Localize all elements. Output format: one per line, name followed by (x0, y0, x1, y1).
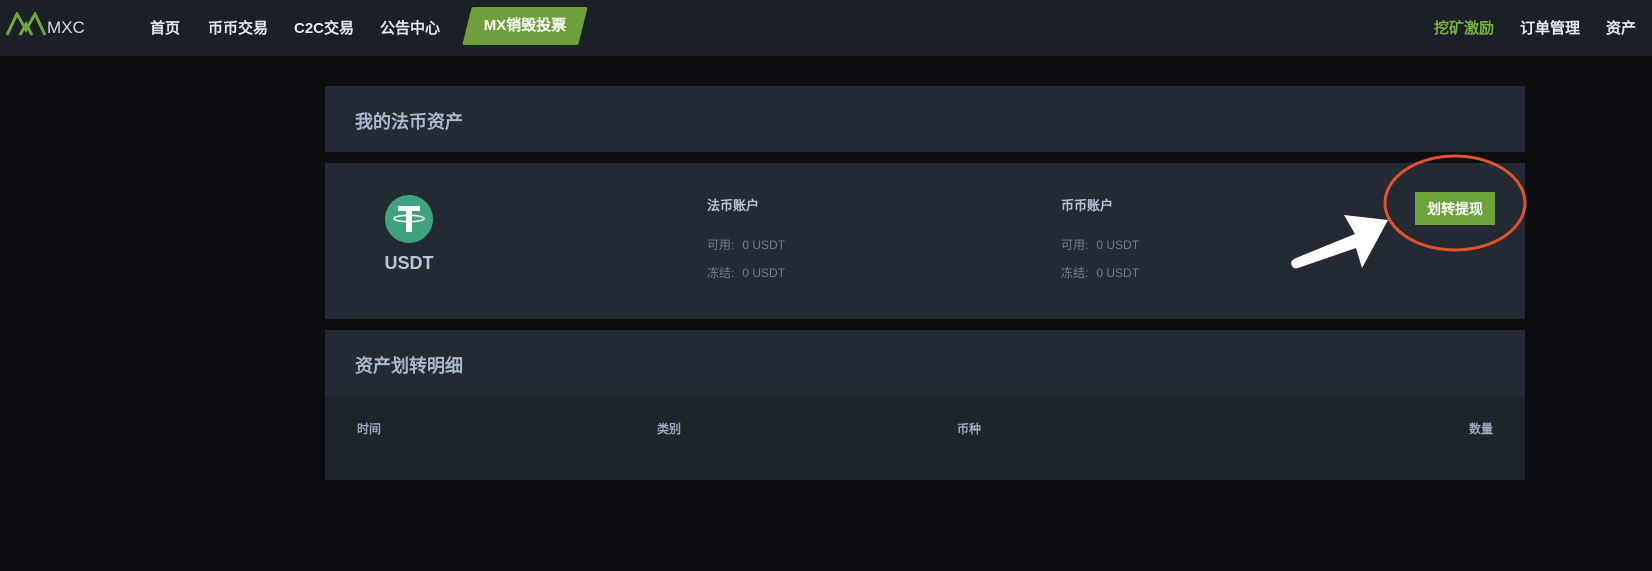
fiat-assets-header: 我的法币资产 (325, 86, 1525, 152)
coin-available-value: 0 USDT (1096, 238, 1140, 252)
nav-announcements[interactable]: 公告中心 (380, 17, 440, 38)
fiat-available-value: 0 USDT (742, 238, 786, 252)
coin-frozen-line: 冻结: 0 USDT (1061, 264, 1139, 281)
transfer-details-title: 资产划转明细 (355, 356, 463, 376)
mxc-logo[interactable]: MXC (6, 10, 85, 36)
fiat-assets-title: 我的法币资产 (355, 112, 463, 132)
column-header-time: 时间 (357, 422, 382, 436)
fiat-available-line: 可用: 0 USDT (707, 236, 785, 253)
coin-frozen-value: 0 USDT (1096, 266, 1140, 280)
nav-mx-burn-vote[interactable]: MX销毁投票 (467, 7, 583, 45)
coin-available-label: 可用: (1061, 238, 1089, 252)
nav-mining-incentive[interactable]: 挖矿激励 (1434, 17, 1494, 38)
asset-card: USDT 法币账户 可用: 0 USDT 冻结: 0 USDT 币币账户 可用: 0 … (325, 163, 1525, 319)
coin-account-title: 币币账户 (1061, 198, 1114, 213)
logo-text: MXC (47, 18, 85, 37)
transfer-withdraw-button[interactable]: 划转提现 (1415, 192, 1495, 225)
coin-frozen-label: 冻结: (1061, 266, 1089, 280)
fiat-frozen-value: 0 USDT (742, 266, 786, 280)
top-nav: MXC 首页 币币交易 C2C交易 公告中心 MX销毁投票 挖矿激励 订单管理 … (0, 0, 1652, 56)
column-header-quantity: 数量 (1468, 422, 1493, 436)
transfer-details-table: 时间 类别 币种 数量 (325, 397, 1525, 480)
transfer-details-panel: 资产划转明细 时间 类别 币种 数量 (325, 330, 1525, 480)
fiat-account-title: 法币账户 (707, 198, 760, 213)
column-header-currency: 币种 (957, 422, 982, 436)
fiat-frozen-line: 冻结: 0 USDT (707, 264, 785, 281)
nav-c2c-trading[interactable]: C2C交易 (294, 17, 354, 38)
nav-home[interactable]: 首页 (150, 17, 180, 38)
mxc-logo-icon (6, 12, 46, 36)
column-header-category: 类别 (657, 422, 682, 436)
coin-name: USDT (384, 253, 434, 273)
fiat-frozen-label: 冻结: (707, 266, 735, 280)
nav-assets[interactable]: 资产 (1606, 17, 1636, 38)
tether-icon (385, 195, 433, 243)
nav-order-management[interactable]: 订单管理 (1520, 17, 1580, 38)
nav-spot-trading[interactable]: 币币交易 (208, 17, 268, 38)
fiat-available-label: 可用: (707, 238, 735, 252)
coin-available-line: 可用: 0 USDT (1061, 236, 1139, 253)
